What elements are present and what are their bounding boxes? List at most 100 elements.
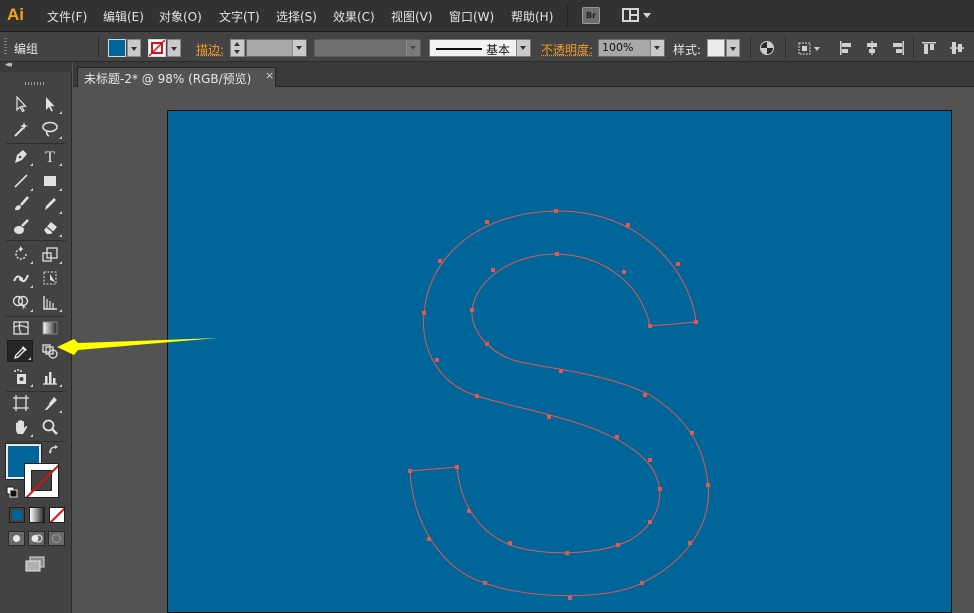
scale-tool[interactable] bbox=[37, 243, 63, 265]
align-to-selection-icon[interactable] bbox=[797, 40, 823, 56]
direct-selection-tool[interactable] bbox=[37, 93, 63, 115]
stroke-none-swatch-small bbox=[148, 39, 166, 57]
bridge-button[interactable]: Br bbox=[582, 7, 600, 24]
rectangle-tool[interactable] bbox=[37, 170, 63, 192]
eyedropper-tool[interactable] bbox=[7, 340, 33, 362]
opacity-label[interactable]: 不透明度: bbox=[541, 41, 593, 58]
flyout-indicator bbox=[59, 211, 62, 214]
menu-object[interactable]: 对象(O) bbox=[159, 8, 202, 25]
selection-type-label: 编组 bbox=[14, 42, 39, 56]
chevron-down-icon bbox=[726, 39, 740, 57]
menu-edit[interactable]: 编辑(E) bbox=[103, 8, 144, 25]
control-separator bbox=[913, 36, 914, 58]
lasso-tool[interactable] bbox=[37, 118, 63, 140]
eraser-icon bbox=[44, 222, 57, 234]
column-graph-tool[interactable] bbox=[37, 366, 63, 388]
draw-behind-icon bbox=[31, 534, 43, 543]
menu-separator bbox=[567, 5, 568, 27]
stroke-color-button[interactable] bbox=[148, 39, 182, 57]
zoom-tool[interactable] bbox=[37, 416, 63, 438]
pen-tool[interactable] bbox=[8, 145, 34, 167]
menu-effect[interactable]: 效果(C) bbox=[333, 8, 375, 25]
blend-tool[interactable] bbox=[37, 340, 63, 362]
flyout-indicator bbox=[59, 136, 62, 139]
blend-icon bbox=[42, 344, 58, 359]
line-segment-tool[interactable] bbox=[8, 170, 34, 192]
panel-grip[interactable] bbox=[4, 38, 7, 56]
flyout-indicator bbox=[30, 188, 33, 191]
stroke-weight-field[interactable] bbox=[246, 39, 307, 57]
menu-window[interactable]: 窗口(W) bbox=[449, 8, 494, 25]
flyout-indicator bbox=[30, 163, 33, 166]
document-tab[interactable]: 未标题-2* @ 98% (RGB/预览) × bbox=[77, 67, 276, 87]
stroke-color-swatch[interactable] bbox=[24, 463, 59, 498]
artboard[interactable] bbox=[167, 110, 952, 613]
perspective-grid-tool[interactable] bbox=[37, 291, 63, 313]
draw-normal-button[interactable] bbox=[8, 531, 25, 546]
scale-icon bbox=[42, 247, 58, 262]
width-tool[interactable] bbox=[8, 267, 34, 289]
type-tool[interactable]: T bbox=[37, 145, 63, 167]
gradient-tool[interactable] bbox=[37, 317, 63, 339]
panel-grip[interactable] bbox=[25, 82, 45, 85]
hand-tool[interactable] bbox=[8, 416, 34, 438]
none-mode-button[interactable] bbox=[49, 507, 65, 523]
blob-brush-tool[interactable] bbox=[8, 216, 34, 238]
selection-tool[interactable] bbox=[8, 93, 34, 115]
opacity-value: 100% bbox=[602, 41, 634, 54]
menu-select[interactable]: 选择(S) bbox=[276, 8, 317, 25]
gradient-icon bbox=[42, 321, 58, 335]
default-fill-stroke-icon[interactable] bbox=[6, 486, 18, 498]
swap-fill-stroke-icon[interactable] bbox=[48, 444, 60, 456]
align-horizontal-center-icon[interactable] bbox=[864, 40, 880, 56]
opacity-field[interactable]: 100% bbox=[598, 39, 665, 57]
flyout-indicator bbox=[30, 309, 33, 312]
stroke-label[interactable]: 描边: bbox=[196, 41, 224, 58]
free-transform-tool[interactable] bbox=[37, 267, 63, 289]
chevron-down-icon bbox=[167, 39, 181, 57]
slice-tool[interactable] bbox=[37, 392, 63, 414]
align-top-icon[interactable] bbox=[921, 40, 937, 56]
shape-builder-tool[interactable] bbox=[8, 291, 34, 313]
align-vertical-center-icon[interactable] bbox=[949, 40, 965, 56]
tool-separator bbox=[6, 441, 66, 442]
line-segment-icon bbox=[14, 174, 28, 188]
color-mode-button[interactable] bbox=[9, 507, 25, 523]
variable-width-profile[interactable] bbox=[314, 39, 421, 57]
workspace-switcher-button[interactable] bbox=[622, 7, 652, 24]
document-tab-title: 未标题-2* @ 98% (RGB/预览) bbox=[84, 72, 252, 86]
draw-behind-button[interactable] bbox=[28, 531, 45, 546]
panel-collapse-button[interactable]: ◂◂ bbox=[0, 60, 72, 72]
menu-view[interactable]: 视图(V) bbox=[391, 8, 433, 25]
paintbrush-tool[interactable] bbox=[8, 193, 34, 215]
chevron-down-icon bbox=[650, 40, 664, 56]
eraser-tool[interactable] bbox=[37, 216, 63, 238]
draw-inside-button[interactable] bbox=[48, 531, 65, 546]
flyout-indicator bbox=[59, 309, 62, 312]
menu-help[interactable]: 帮助(H) bbox=[511, 8, 553, 25]
flyout-indicator bbox=[59, 111, 62, 114]
pencil-tool[interactable] bbox=[37, 193, 63, 215]
symbol-sprayer-tool[interactable] bbox=[8, 366, 34, 388]
align-right-icon[interactable] bbox=[890, 40, 906, 56]
hand-icon bbox=[16, 420, 28, 434]
magic-wand-tool[interactable] bbox=[8, 118, 34, 140]
flyout-indicator bbox=[30, 384, 33, 387]
selection-arrow-icon bbox=[16, 95, 27, 113]
mesh-tool[interactable] bbox=[8, 317, 34, 339]
gradient-mode-button[interactable] bbox=[29, 507, 45, 523]
align-left-icon[interactable] bbox=[838, 40, 854, 56]
fill-swatch-small bbox=[108, 39, 126, 57]
menu-type[interactable]: 文字(T) bbox=[219, 8, 260, 25]
fill-color-button[interactable] bbox=[108, 39, 142, 57]
recolor-artwork-icon[interactable] bbox=[759, 40, 775, 56]
rotate-tool[interactable] bbox=[8, 243, 34, 265]
close-icon[interactable]: × bbox=[265, 69, 274, 82]
stroke-weight-spinner[interactable] bbox=[230, 39, 245, 57]
screen-mode-button[interactable] bbox=[24, 556, 46, 572]
graphic-style-button[interactable] bbox=[707, 39, 741, 57]
artboard-tool[interactable] bbox=[8, 392, 34, 414]
brush-definition-dropdown[interactable]: 基本 bbox=[429, 39, 531, 57]
menu-file[interactable]: 文件(F) bbox=[47, 8, 87, 25]
flyout-indicator bbox=[59, 261, 62, 264]
